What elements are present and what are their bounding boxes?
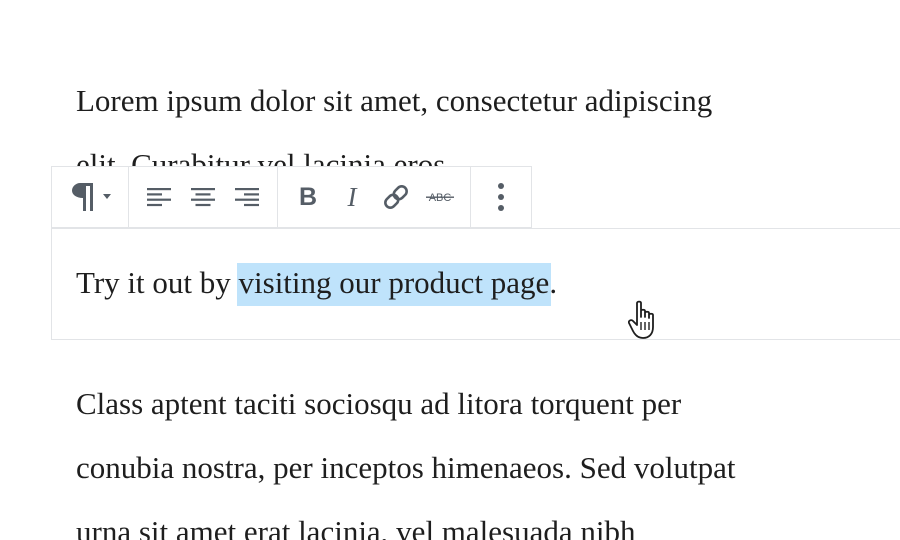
more-options-button[interactable] <box>479 175 523 219</box>
svg-text:ABC: ABC <box>429 192 452 204</box>
block-type-switcher[interactable] <box>60 175 120 219</box>
italic-icon: I <box>347 181 357 212</box>
paragraph-text[interactable]: Lorem ipsum dolor sit amet, consectetur … <box>76 85 712 116</box>
paragraph-text[interactable]: urna sit amet erat lacinia, vel malesuad… <box>76 516 636 540</box>
paragraph-icon <box>72 183 111 211</box>
paragraph-text[interactable]: Class aptent taciti sociosqu ad litora t… <box>76 388 681 419</box>
inline-format-group: B I ABC <box>278 167 471 227</box>
selected-paragraph-block[interactable]: Try it out by visiting our product page. <box>51 228 900 340</box>
align-left-icon <box>147 188 171 207</box>
link-icon <box>384 185 408 209</box>
align-center-button[interactable] <box>181 175 225 219</box>
hand-pointer-cursor-icon <box>628 300 654 339</box>
text-before-selection: Try it out by <box>76 265 239 300</box>
strikethrough-button[interactable]: ABC <box>418 175 462 219</box>
alignment-group <box>129 167 278 227</box>
block-text[interactable]: Try it out by visiting our product page. <box>76 263 558 306</box>
link-button[interactable] <box>374 175 418 219</box>
chevron-down-icon <box>103 194 111 199</box>
selected-text[interactable]: visiting our product page <box>236 263 552 306</box>
bold-icon: B <box>298 182 318 211</box>
more-options-group <box>471 167 531 227</box>
italic-button[interactable]: I <box>330 175 374 219</box>
align-right-icon <box>235 188 259 207</box>
paragraph-text[interactable]: conubia nostra, per inceptos himenaeos. … <box>76 452 735 483</box>
align-left-button[interactable] <box>137 175 181 219</box>
text-after-selection: . <box>549 265 558 300</box>
align-right-button[interactable] <box>225 175 269 219</box>
more-vertical-icon <box>498 183 504 211</box>
strikethrough-icon: ABC <box>426 192 454 204</box>
align-center-icon <box>191 188 215 207</box>
bold-button[interactable]: B <box>286 175 330 219</box>
block-toolbar: B I ABC <box>51 166 532 228</box>
block-type-group <box>52 167 129 227</box>
